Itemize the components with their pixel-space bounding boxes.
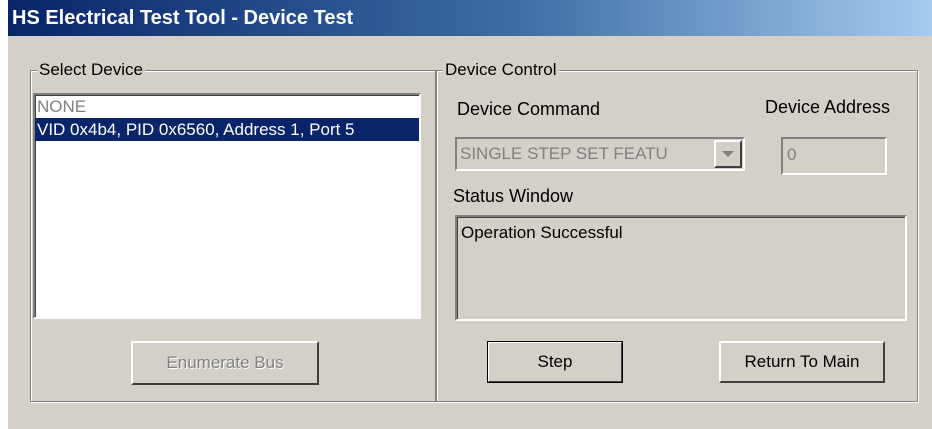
status-window-label: Status Window [453, 186, 574, 206]
device-address-field[interactable]: 0 [781, 137, 887, 175]
window-title: HS Electrical Test Tool - Device Test [12, 7, 354, 29]
chevron-down-icon[interactable] [714, 140, 742, 168]
device-address-label: Device Address [765, 97, 891, 117]
device-command-dropdown[interactable]: SINGLE STEP SET FEATU [455, 137, 745, 171]
dropdown-arrow-icon [722, 150, 734, 157]
select-device-group-label: Select Device [37, 59, 145, 81]
enumerate-bus-button[interactable]: Enumerate Bus [131, 341, 319, 385]
device-control-group-label: Device Control [443, 59, 559, 81]
step-button[interactable]: Step [487, 341, 623, 383]
title-bar[interactable]: HS Electrical Test Tool - Device Test [8, 0, 932, 36]
status-text: Operation Successful [461, 223, 623, 242]
status-window: Operation Successful [455, 215, 907, 321]
device-command-label: Device Command [457, 99, 601, 119]
device-list[interactable]: NONE VID 0x4b4, PID 0x6560, Address 1, P… [33, 93, 421, 319]
return-to-main-button[interactable]: Return To Main [719, 341, 885, 383]
list-item-none[interactable]: NONE [35, 95, 419, 118]
list-item-device[interactable]: VID 0x4b4, PID 0x6560, Address 1, Port 5 [35, 118, 419, 141]
select-device-group: Select Device NONE VID 0x4b4, PID 0x6560… [30, 59, 436, 402]
device-command-value: SINGLE STEP SET FEATU [460, 144, 668, 163]
device-control-group: Device Control Device Command Device Add… [436, 59, 918, 402]
device-test-window: HS Electrical Test Tool - Device Test Se… [8, 0, 932, 429]
